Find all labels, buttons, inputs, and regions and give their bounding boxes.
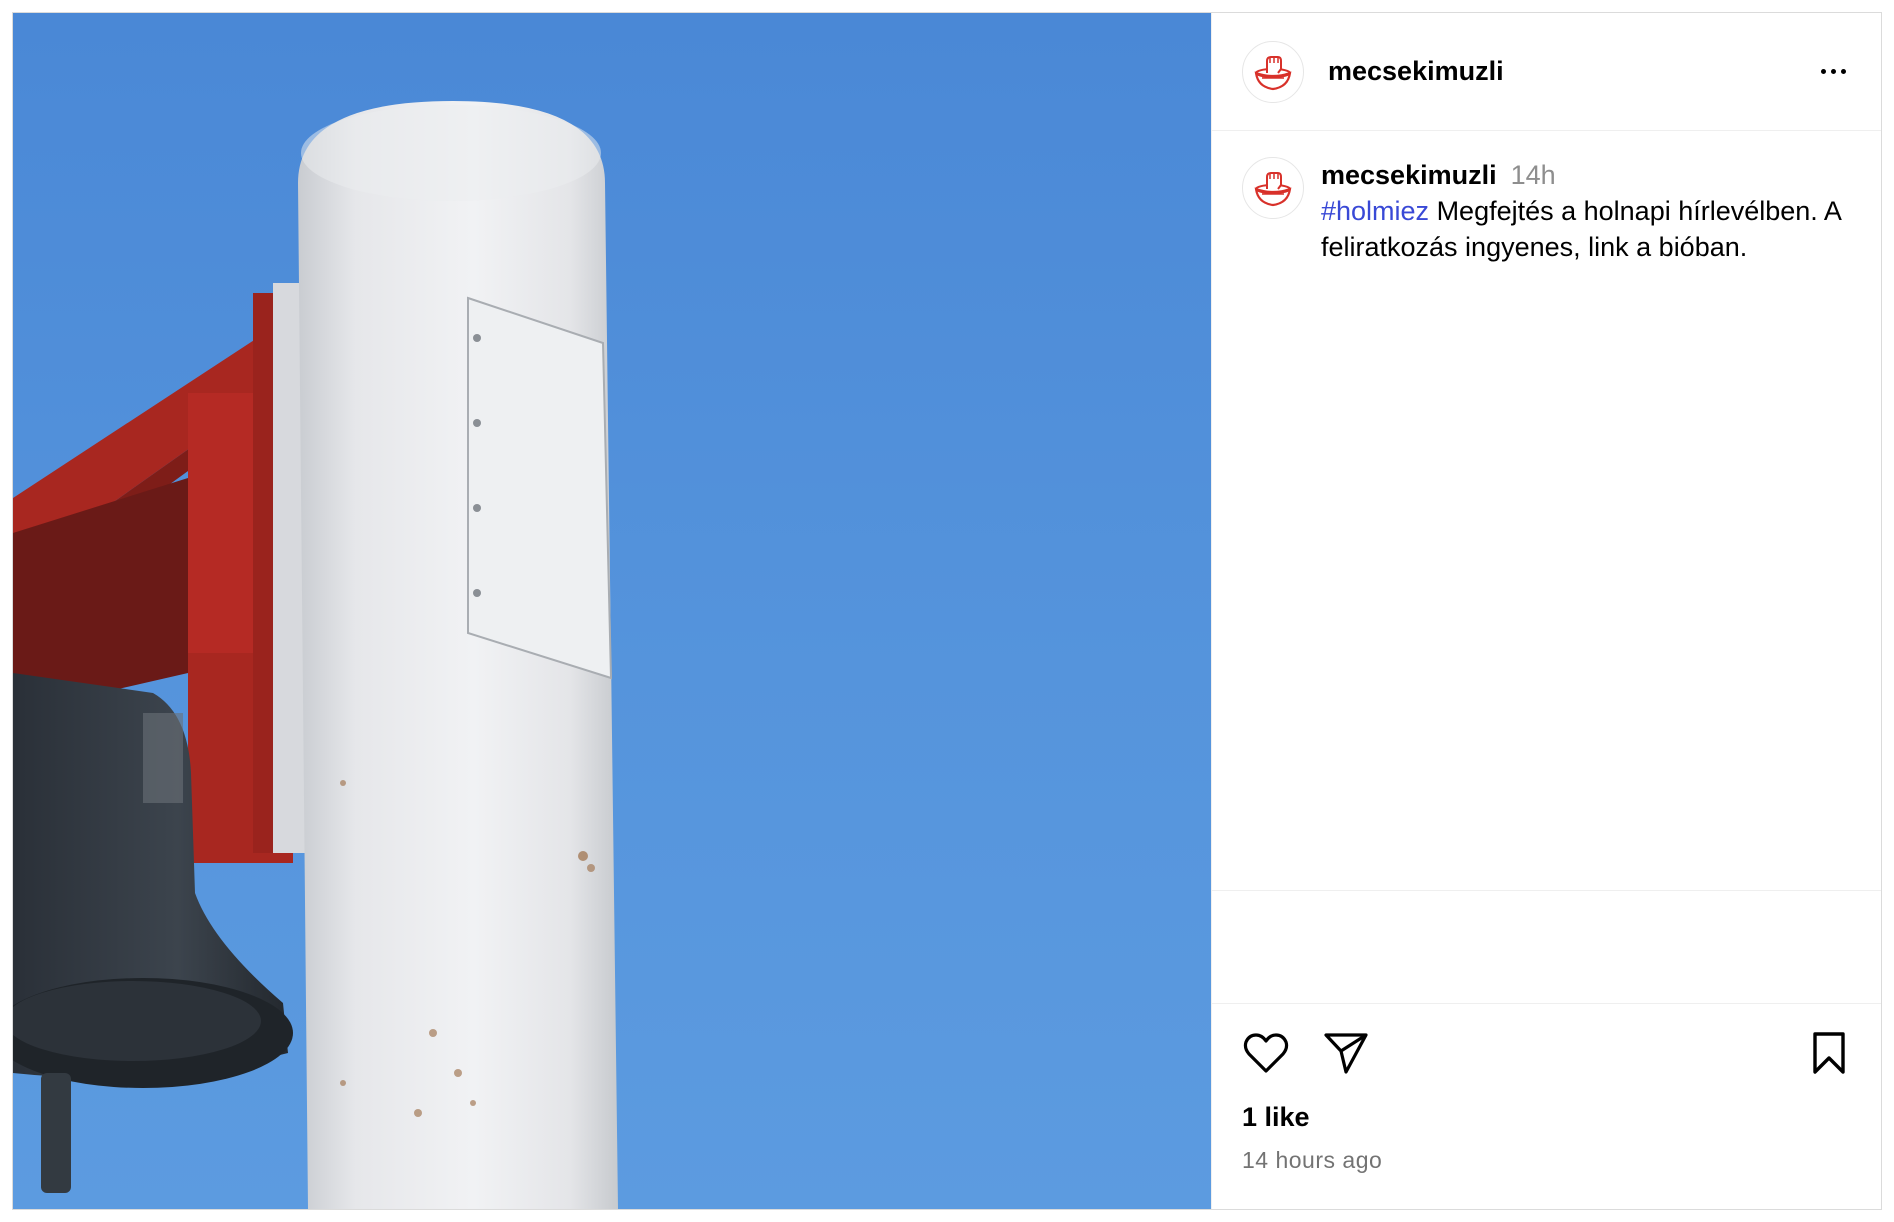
bowl-fist-logo-icon bbox=[1254, 55, 1292, 90]
bookmark-icon[interactable] bbox=[1805, 1029, 1853, 1077]
post-modal: mecsekimuzli mecsekimuzli 14h #holmiez M… bbox=[12, 12, 1882, 1210]
post-timestamp[interactable]: 14 hours ago bbox=[1242, 1147, 1853, 1174]
more-options-icon[interactable] bbox=[1813, 52, 1853, 92]
comments-section: mecsekimuzli 14h #holmiez Megfejtés a hol… bbox=[1212, 131, 1881, 891]
caption: mecsekimuzli 14h #holmiez Megfejtés a hol… bbox=[1242, 157, 1851, 265]
header-username[interactable]: mecsekimuzli bbox=[1328, 56, 1813, 87]
caption-time[interactable]: 14h bbox=[1511, 160, 1556, 190]
avatar[interactable] bbox=[1242, 40, 1304, 103]
post-photo-illustration bbox=[13, 101, 618, 1209]
hashtag-link[interactable]: #holmiez bbox=[1321, 196, 1429, 226]
comment-area-spacer bbox=[1212, 891, 1881, 1004]
paper-plane-icon[interactable] bbox=[1322, 1029, 1370, 1077]
bowl-fist-logo-icon bbox=[1254, 172, 1292, 207]
post-sidebar: mecsekimuzli mecsekimuzli 14h #holmiez M… bbox=[1211, 13, 1881, 1209]
heart-icon[interactable] bbox=[1242, 1029, 1290, 1077]
caption-avatar[interactable] bbox=[1242, 157, 1304, 219]
post-image[interactable] bbox=[13, 13, 1211, 1209]
likes-count[interactable]: 1 like bbox=[1242, 1102, 1853, 1133]
post-header: mecsekimuzli bbox=[1212, 13, 1881, 131]
caption-username[interactable]: mecsekimuzli bbox=[1321, 160, 1497, 190]
action-bar: 1 like 14 hours ago bbox=[1212, 1004, 1881, 1209]
caption-body: mecsekimuzli 14h #holmiez Megfejtés a hol… bbox=[1321, 157, 1851, 265]
